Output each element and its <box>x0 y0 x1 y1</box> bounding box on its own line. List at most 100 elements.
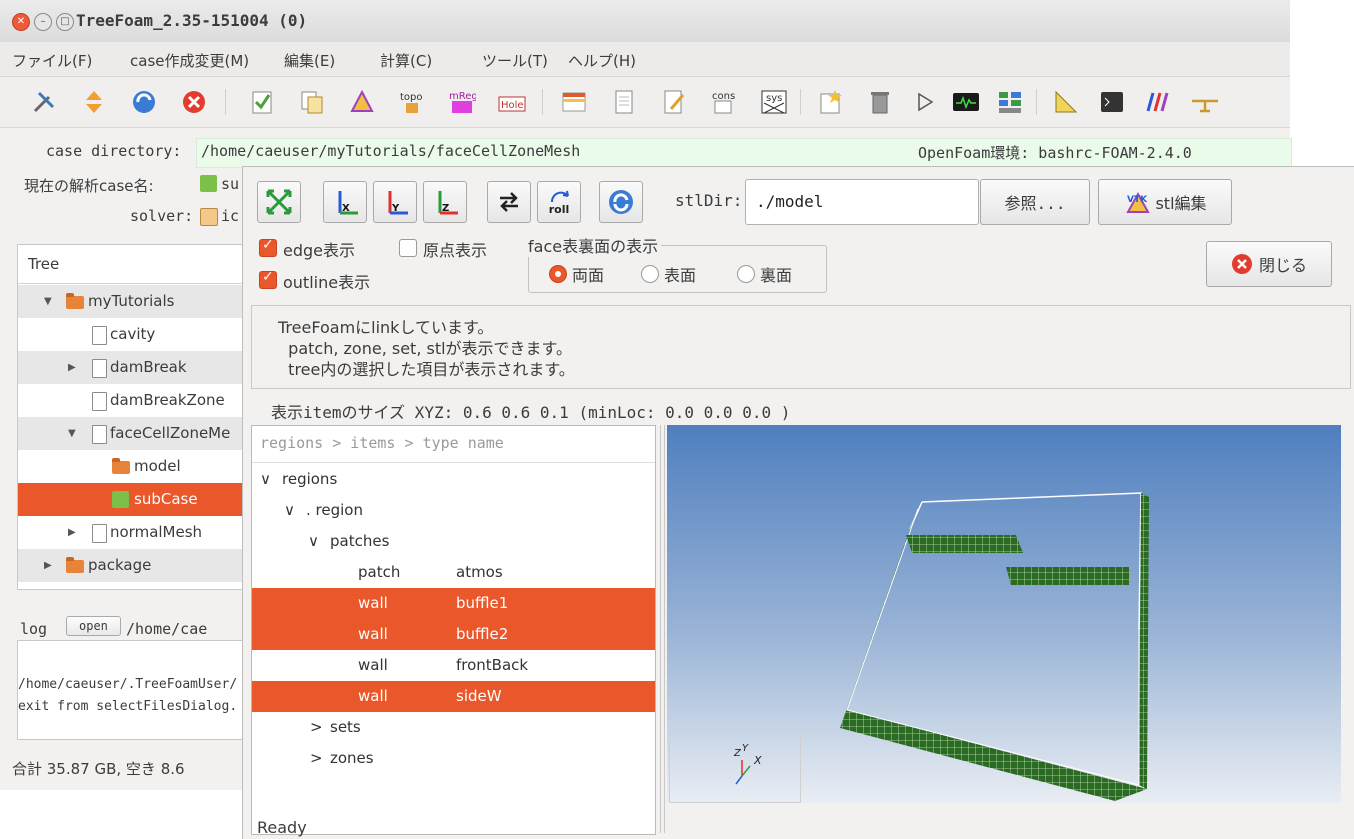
tree-item-dambreak[interactable]: ▶ damBreak <box>18 351 248 384</box>
edge-checkbox[interactable] <box>259 237 277 257</box>
regions-root-row[interactable]: ∨ regions <box>252 464 655 495</box>
3d-viewport[interactable]: Z Y X <box>667 425 1341 803</box>
check-case-icon <box>112 491 129 508</box>
expanded-arrow-icon[interactable]: ▼ <box>68 417 76 450</box>
maximize-window-icon[interactable]: □ <box>56 13 74 31</box>
browse-button[interactable]: 参照... <box>980 179 1090 225</box>
orientation-axes: Z Y X <box>669 731 801 803</box>
radio-back[interactable] <box>737 265 755 283</box>
view-y-button[interactable]: Y <box>373 181 417 223</box>
roll-button[interactable]: roll <box>537 181 581 223</box>
patch-row-atmos[interactable]: patch atmos <box>252 557 655 588</box>
openfoam-env: OpenFoam環境: bashrc-FOAM-2.4.0 <box>918 144 1192 162</box>
monitor-icon[interactable] <box>952 88 980 116</box>
menu-tools[interactable]: ツール(T) <box>482 50 548 71</box>
cons-icon[interactable]: cons <box>710 88 738 116</box>
fit-view-button[interactable] <box>257 181 301 223</box>
plane-icon[interactable] <box>1190 88 1218 116</box>
log-open-button[interactable]: open <box>66 616 121 636</box>
tree-item-cavity[interactable]: cavity <box>18 318 248 351</box>
sys-icon[interactable]: sys <box>760 88 788 116</box>
region-row[interactable]: ∨ . region <box>252 495 655 526</box>
patch-row-frontback[interactable]: wall frontBack <box>252 650 655 681</box>
menu-edit[interactable]: 編集(E) <box>284 50 335 71</box>
tools-icon[interactable] <box>30 88 58 116</box>
chevron-right-icon[interactable]: > <box>310 743 323 774</box>
collapsed-arrow-icon[interactable]: ▶ <box>68 351 76 384</box>
mreg-icon[interactable]: mReg <box>448 88 476 116</box>
radio-front[interactable] <box>641 265 659 283</box>
menu-help[interactable]: ヘルプ(H) <box>568 50 636 71</box>
collapsed-arrow-icon[interactable]: ▶ <box>68 516 76 549</box>
chevron-down-icon[interactable]: ∨ <box>260 464 271 495</box>
play-icon[interactable] <box>910 88 938 116</box>
tree-item-label: damBreak <box>110 358 187 376</box>
status-label: Ready <box>257 818 307 837</box>
chevron-down-icon[interactable]: ∨ <box>308 526 319 557</box>
stldir-input[interactable]: ./model <box>745 179 979 225</box>
copy-doc-icon[interactable] <box>298 88 326 116</box>
view-x-button[interactable]: X <box>323 181 367 223</box>
chevron-down-icon[interactable]: ∨ <box>284 495 295 526</box>
tree-item-dambreakzone[interactable]: damBreakZone <box>18 384 248 417</box>
radio-back-label: 裏面 <box>760 266 793 285</box>
tree-item-subcase[interactable]: subCase <box>18 483 248 516</box>
view-z-button[interactable]: Z <box>423 181 467 223</box>
tree-item-label: damBreakZone <box>110 391 225 409</box>
sets-row[interactable]: > sets <box>252 712 655 743</box>
svg-text:mReg: mReg <box>449 91 476 102</box>
trash-icon[interactable] <box>866 88 894 116</box>
reverse-view-button[interactable] <box>487 181 531 223</box>
tree-item-normalmesh[interactable]: ▶ normalMesh <box>18 516 248 549</box>
tree-item-model[interactable]: model <box>18 450 248 483</box>
collapsed-arrow-icon[interactable]: ▶ <box>44 549 52 582</box>
panel-splitter[interactable] <box>660 425 665 833</box>
star-doc-icon[interactable] <box>816 88 844 116</box>
close-button[interactable]: 閉じる <box>1206 241 1332 287</box>
origin-checkbox[interactable] <box>399 239 417 257</box>
outline-checkbox[interactable] <box>259 269 277 289</box>
stldir-label: stlDir: <box>675 191 743 210</box>
axis-x-icon: X <box>338 191 358 215</box>
radio-front-label: 表面 <box>664 266 697 285</box>
menu-case[interactable]: case作成変更(M) <box>130 50 249 71</box>
svg-text:Y: Y <box>391 203 400 214</box>
grid-icon[interactable] <box>560 88 588 116</box>
bars-icon[interactable] <box>1144 88 1172 116</box>
stl-edit-button[interactable]: VTK stl編集 <box>1098 179 1232 225</box>
log-output[interactable]: /home/caeuser/.TreeFoamUser/ exit from s… <box>17 640 249 740</box>
case-directory-value: /home/caeuser/myTutorials/faceCellZoneMe… <box>201 142 581 160</box>
expanded-arrow-icon[interactable]: ▼ <box>44 285 52 318</box>
zones-row[interactable]: > zones <box>252 743 655 774</box>
patch-row-sidew[interactable]: wall sideW <box>252 681 655 712</box>
mesh-icon[interactable] <box>348 88 376 116</box>
chevron-right-icon[interactable]: > <box>310 712 323 743</box>
axis-z-label: Z <box>734 748 741 759</box>
layout-icon[interactable] <box>996 88 1024 116</box>
radio-both[interactable] <box>549 265 567 283</box>
hole-icon[interactable]: Hole <box>498 88 526 116</box>
edit-doc-icon[interactable] <box>660 88 688 116</box>
tree-header: Tree <box>18 245 248 284</box>
patch-row-buffle1[interactable]: wall buffle1 <box>252 588 655 619</box>
close-window-icon[interactable]: ✕ <box>12 13 30 31</box>
minimize-window-icon[interactable]: – <box>34 13 52 31</box>
patches-row[interactable]: ∨ patches <box>252 526 655 557</box>
svg-text:X: X <box>342 203 350 214</box>
svg-text:cons: cons <box>712 91 735 102</box>
menu-file[interactable]: ファイル(F) <box>12 50 92 71</box>
check-doc-icon[interactable] <box>248 88 276 116</box>
stop-icon[interactable] <box>180 88 208 116</box>
sort-icon[interactable] <box>80 88 108 116</box>
tree-item-facecellzonemesh[interactable]: ▼ faceCellZoneMe <box>18 417 248 450</box>
reload-button[interactable] <box>599 181 643 223</box>
menu-calc[interactable]: 計算(C) <box>380 50 432 71</box>
tree-item-package[interactable]: ▶ package <box>18 549 248 582</box>
tree-item-mytutorials[interactable]: ▼ myTutorials <box>18 285 248 318</box>
terminal-icon[interactable] <box>1098 88 1126 116</box>
doc-icon[interactable] <box>610 88 638 116</box>
refresh-icon[interactable] <box>130 88 158 116</box>
patch-row-buffle2[interactable]: wall buffle2 <box>252 619 655 650</box>
ruler-icon[interactable] <box>1052 88 1080 116</box>
topo-icon[interactable]: topo <box>398 88 426 116</box>
